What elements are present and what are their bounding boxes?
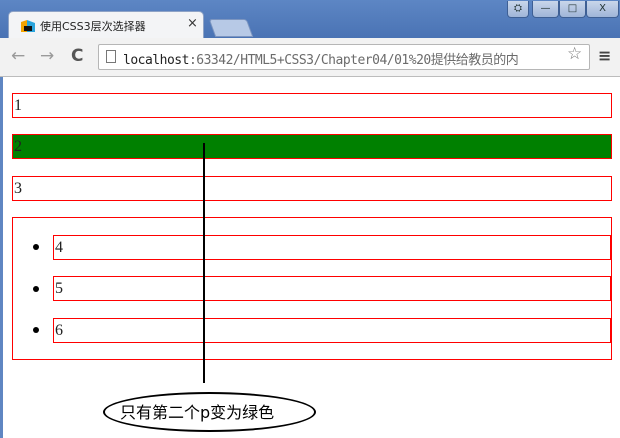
new-tab-button[interactable]: [208, 19, 254, 37]
back-arrow-icon[interactable]: ←: [11, 46, 25, 66]
profile-icon[interactable]: ⛭: [507, 1, 529, 18]
list-bullet: [33, 286, 39, 292]
tab-title: 使用CSS3层次选择器: [40, 20, 146, 33]
menu-icon[interactable]: ≡: [598, 46, 611, 65]
page-icon: [106, 50, 116, 63]
browser-toolbar: ← → C localhost:63342/HTML5+CSS3/Chapter…: [0, 38, 620, 77]
url-text: localhost:63342/HTML5+CSS3/Chapter04/01%…: [123, 53, 519, 68]
address-bar[interactable]: localhost:63342/HTML5+CSS3/Chapter04/01%…: [98, 44, 590, 70]
list-item-6: 6: [53, 318, 611, 343]
reload-icon[interactable]: C: [71, 46, 83, 66]
list-item-5: 5: [53, 276, 611, 301]
bookmark-star-icon[interactable]: ☆: [567, 44, 582, 64]
browser-tab[interactable]: 使用CSS3层次选择器 ×: [8, 11, 204, 38]
minimize-button[interactable]: —: [532, 1, 559, 18]
tab-close-icon[interactable]: ×: [187, 16, 198, 31]
list-bullet: [33, 244, 39, 250]
maximize-button[interactable]: □: [559, 1, 586, 18]
paragraph-2-highlighted: 2: [12, 134, 612, 159]
window-titlebar: 使用CSS3层次选择器 × ⛭ — □ X: [0, 0, 620, 38]
close-window-button[interactable]: X: [586, 1, 619, 18]
annotation-pointer-line: [203, 143, 205, 383]
list-item-4: 4: [53, 235, 611, 260]
webstorm-favicon-icon: [21, 20, 35, 32]
list-bullet: [33, 327, 39, 333]
paragraph-1: 1: [12, 93, 612, 118]
forward-arrow-icon[interactable]: →: [40, 46, 54, 66]
annotation-text: 只有第二个p变为绿色: [120, 403, 275, 422]
window-left-border: [0, 77, 3, 438]
paragraph-3: 3: [12, 176, 612, 201]
